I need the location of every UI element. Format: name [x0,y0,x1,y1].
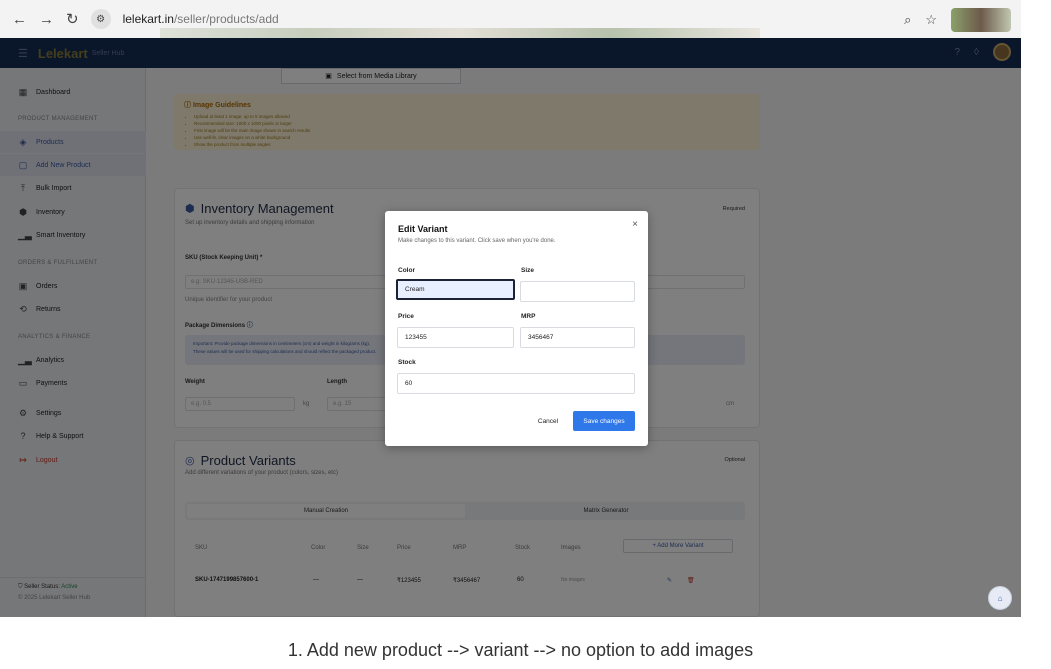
address-bar[interactable]: lelekart.in/seller/products/add [123,12,279,26]
color-input[interactable]: Cream [396,279,515,300]
mrp-input[interactable]: 3456467 [520,327,635,348]
site-settings-icon[interactable]: ⚙ [90,9,111,29]
close-icon[interactable]: × [632,219,638,230]
tab-background-strip [160,28,760,38]
url-path: /seller/products/add [173,12,279,26]
price-input[interactable]: 123455 [397,327,514,348]
reload-icon[interactable]: ↻ [66,10,79,28]
browser-actions: ⌕ ☆ [904,8,1011,32]
caption: 1. Add new product --> variant --> no op… [287,640,754,660]
back-icon[interactable]: ← [12,11,27,28]
cancel-button[interactable]: Cancel [530,411,566,431]
color-label: Color [398,267,415,274]
dialog-description: Make changes to this variant. Click save… [398,238,556,244]
mrp-label: MRP [521,313,536,320]
save-changes-button[interactable]: Save changes [573,411,635,431]
stock-label: Stock [398,359,416,366]
price-label: Price [398,313,414,320]
screenshot: ← → ↻ ⚙ lelekart.in/seller/products/add … [0,0,1021,617]
chat-icon: ⌂ [997,593,1003,603]
zoom-icon[interactable]: ⌕ [904,12,911,28]
size-label: Size [521,267,535,274]
browser-toolbar: ← → ↻ ⚙ lelekart.in/seller/products/add … [0,0,1021,38]
chat-button[interactable]: ⌂ [988,586,1012,610]
bookmark-star-icon[interactable]: ☆ [925,12,937,28]
dialog-title: Edit Variant [398,224,448,234]
profile-image[interactable] [951,8,1011,32]
size-input[interactable] [520,281,635,302]
stock-input[interactable]: 60 [397,373,635,394]
url-domain: lelekart.in [122,12,174,26]
edit-variant-dialog: Edit Variant Make changes to this varian… [385,211,648,446]
forward-icon[interactable]: → [39,11,54,28]
